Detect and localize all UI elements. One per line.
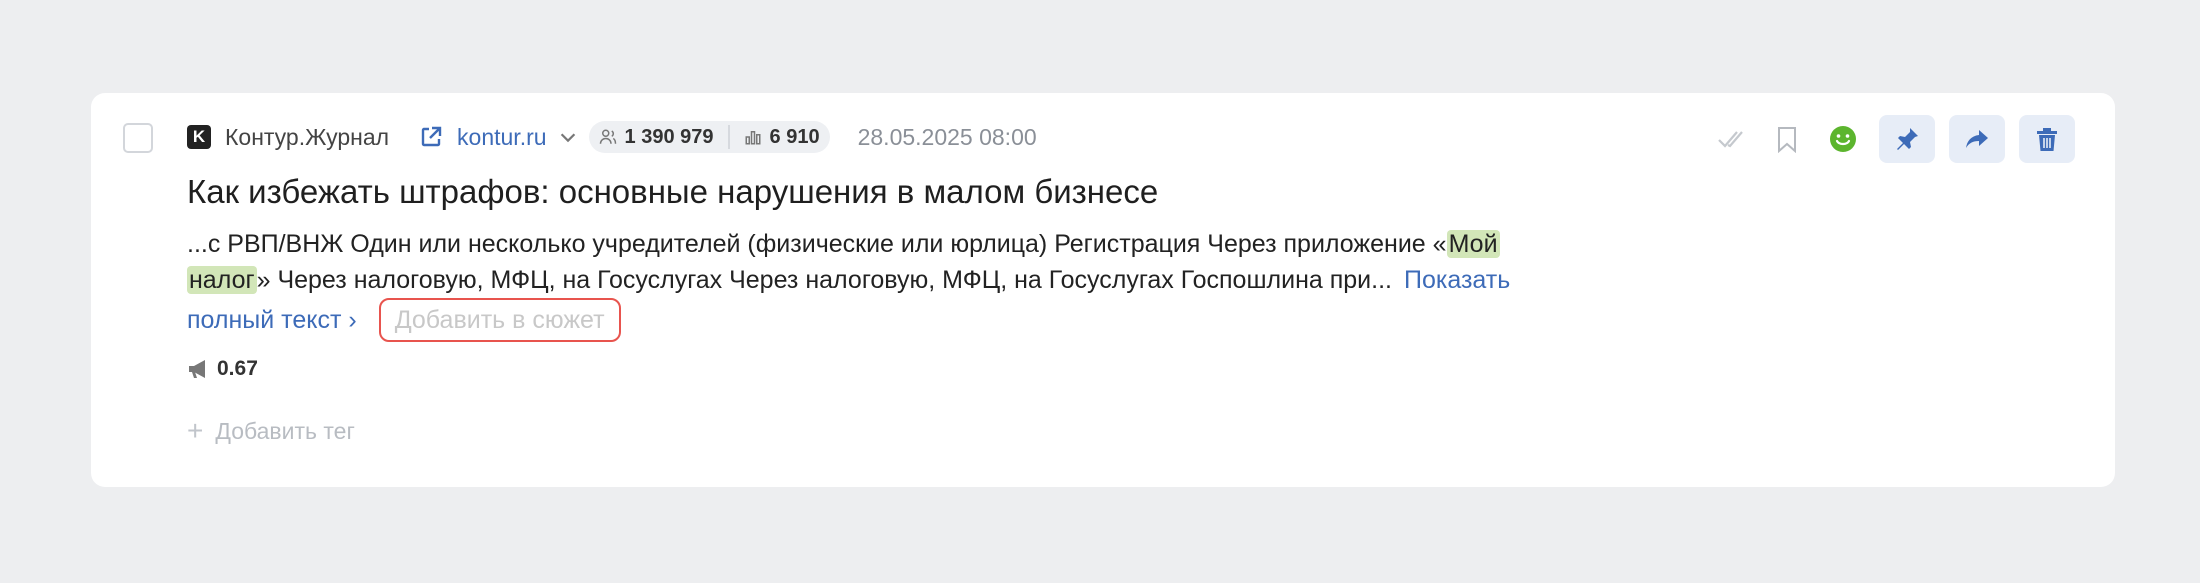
- select-checkbox[interactable]: [123, 123, 153, 153]
- article-meta: K Контур.Журнал kontur.ru 1 390 979 6 91…: [187, 117, 1037, 157]
- article-actions: [1711, 115, 2075, 163]
- plus-icon: +: [187, 415, 204, 446]
- views-count: 6 910: [769, 125, 820, 148]
- trash-icon: [2037, 128, 2057, 151]
- source-stats: 1 390 979 6 910: [588, 121, 830, 153]
- add-tag-label: Добавить тег: [215, 417, 355, 444]
- source-logo-icon: K: [187, 125, 211, 149]
- relevance-score: 0.67: [187, 357, 258, 381]
- mark-read-button[interactable]: [1711, 116, 1751, 162]
- article-snippet: ...с РВП/ВНЖ Один или несколько учредите…: [187, 226, 1587, 342]
- search-highlight: налог: [187, 266, 257, 294]
- stats-divider: [727, 125, 730, 149]
- source-domain-link[interactable]: kontur.ru: [457, 124, 547, 151]
- pin-button[interactable]: [1879, 115, 1935, 163]
- audience-count: 1 390 979: [624, 125, 714, 148]
- article-title[interactable]: Как избежать штрафов: основные нарушения…: [187, 173, 1158, 211]
- article-card: K Контур.Журнал kontur.ru 1 390 979 6 91…: [91, 93, 2115, 487]
- delete-button[interactable]: [2019, 115, 2075, 163]
- sentiment-button[interactable]: [1823, 116, 1863, 162]
- bookmark-button[interactable]: [1767, 116, 1807, 162]
- audience-icon: [599, 129, 616, 144]
- chevron-down-icon[interactable]: [557, 126, 579, 148]
- views-stat: 6 910: [744, 126, 820, 149]
- source-name[interactable]: Контур.Журнал: [225, 124, 389, 151]
- share-arrow-icon: [1966, 130, 1988, 148]
- snippet-text: ...с РВП/ВНЖ Один или несколько учредите…: [187, 230, 1447, 258]
- external-link-icon[interactable]: [419, 125, 443, 149]
- double-check-icon: [1718, 131, 1743, 148]
- bookmark-icon: [1778, 127, 1796, 153]
- add-to-plot-button[interactable]: Добавить в сюжет: [378, 298, 621, 342]
- share-button[interactable]: [1949, 115, 2005, 163]
- pin-icon: [1897, 128, 1918, 150]
- smiley-positive-icon: [1830, 126, 1856, 152]
- publish-date: 28.05.2025 08:00: [857, 123, 1037, 150]
- add-tag-button[interactable]: + Добавить тег: [187, 415, 355, 447]
- score-value: 0.67: [217, 357, 258, 380]
- megaphone-icon: [189, 360, 205, 378]
- snippet-text: » Через налоговую, МФЦ, на Госуслугах Че…: [256, 266, 1392, 294]
- bar-chart-icon: [745, 131, 761, 145]
- audience-stat: 1 390 979: [599, 126, 714, 149]
- search-highlight: Мой: [1446, 230, 1500, 258]
